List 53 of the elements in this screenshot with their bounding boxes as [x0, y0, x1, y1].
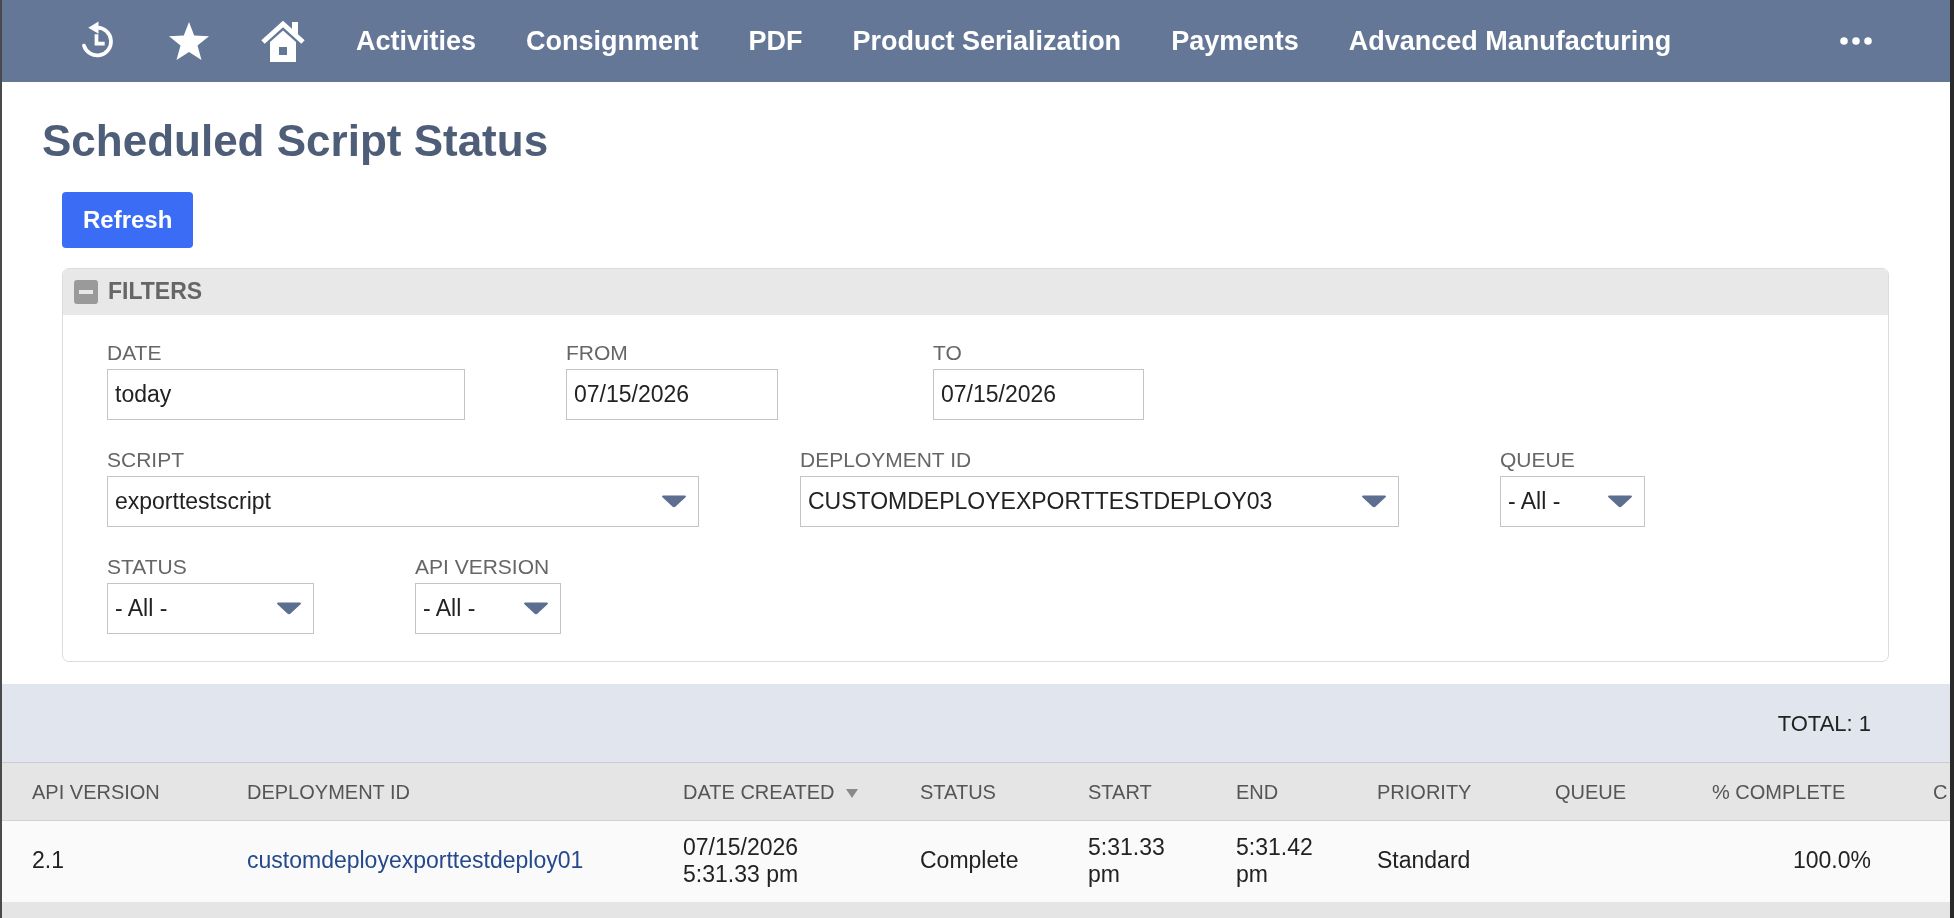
column-header[interactable]: DATE CREATED — [683, 762, 920, 821]
nav-menu-item[interactable]: PDF — [748, 24, 803, 58]
collapse-icon[interactable] — [74, 280, 98, 304]
table-cell: 5:31.42 pm — [1236, 820, 1377, 902]
dropdown-field[interactable]: - All - — [415, 583, 561, 634]
dropdown-field[interactable]: exporttestscript — [107, 476, 699, 527]
column-header[interactable]: PRIORITY — [1377, 762, 1555, 821]
home-icon[interactable] — [260, 20, 306, 62]
nav-menu-item[interactable]: Payments — [1171, 24, 1299, 58]
text-field[interactable]: 07/15/2026 — [566, 369, 778, 420]
caret-icon — [1361, 495, 1387, 508]
dropdown-field[interactable]: CUSTOMDEPLOYEXPORTTESTDEPLOY03 — [800, 476, 1399, 527]
total-count: TOTAL: 1 — [1777, 709, 1871, 738]
table-cell: Standard — [1377, 820, 1555, 902]
column-header[interactable]: END — [1236, 762, 1377, 821]
column-header[interactable]: QUEUE — [1555, 762, 1712, 821]
filters-title: FILTERS — [108, 278, 203, 306]
caret-icon — [1607, 495, 1633, 508]
table-cell: 07/15/2026 5:31.33 pm — [683, 820, 920, 902]
table-cell: Complete — [920, 820, 1088, 902]
star-icon[interactable] — [168, 21, 210, 61]
deployment-link[interactable]: customdeployexporttestdeploy01 — [247, 847, 584, 874]
caret-icon — [523, 602, 549, 615]
nav-menu-item[interactable]: Advanced Manufacturing — [1348, 24, 1672, 58]
refresh-button[interactable]: Refresh — [62, 192, 194, 248]
nav-menu-item[interactable]: Activities — [356, 24, 477, 58]
caret-icon — [661, 495, 687, 508]
dropdown-field[interactable]: - All - — [1500, 476, 1645, 527]
table-cell: 5:31.33 pm — [1088, 820, 1236, 902]
column-header[interactable]: % COMPLETE — [1712, 762, 1933, 821]
column-header[interactable]: API VERSION — [2, 762, 247, 821]
field-label: API VERSION — [415, 556, 551, 577]
column-header[interactable]: STATUS — [920, 762, 1088, 821]
column-header[interactable]: DEPLOYMENT ID — [247, 762, 683, 821]
field-label: DATE — [107, 342, 163, 363]
more-icon[interactable] — [1840, 37, 1872, 45]
page-title: Scheduled Script Status — [42, 115, 550, 167]
column-header[interactable]: C — [1933, 762, 1950, 821]
table-cell: 100.0% — [1712, 820, 1933, 902]
field-label: DEPLOYMENT ID — [800, 449, 973, 470]
field-label: STATUS — [107, 556, 188, 577]
field-label: FROM — [566, 342, 629, 363]
field-label: QUEUE — [1500, 449, 1576, 470]
text-field[interactable]: today — [107, 369, 465, 420]
dropdown-field[interactable]: - All - — [107, 583, 314, 634]
nav-menu-item[interactable]: Consignment — [526, 24, 699, 58]
nav-menu-item[interactable]: Product Serialization — [852, 24, 1122, 58]
caret-icon — [276, 602, 302, 615]
field-label: SCRIPT — [107, 449, 185, 470]
text-field[interactable]: 07/15/2026 — [933, 369, 1144, 420]
table-cell: 2.1 — [2, 820, 247, 902]
column-header[interactable]: START — [1088, 762, 1236, 821]
field-label: TO — [933, 342, 963, 363]
